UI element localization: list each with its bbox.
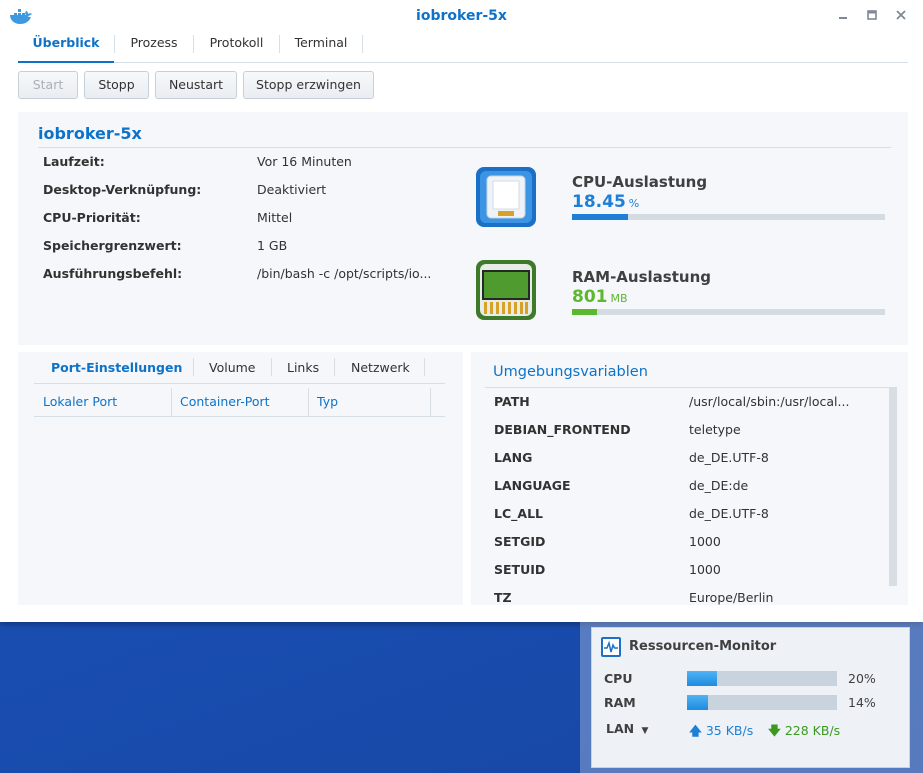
cpu-bar-fill <box>687 671 717 686</box>
tab-volume[interactable]: Volume <box>209 360 256 382</box>
window-title: iobroker-5x <box>416 7 507 24</box>
tab-divider <box>334 358 335 376</box>
env-row-value: de_DE.UTF-8 <box>689 506 769 521</box>
title-bar: iobroker-5x <box>0 0 923 31</box>
ram-usage-title: RAM-Auslastung <box>572 268 711 286</box>
env-row-value: teletype <box>689 422 741 437</box>
port-settings-panel: Port-Einstellungen Volume Links Netzwerk… <box>18 352 463 605</box>
container-detail-window: iobroker-5x Überblick Prozess Protokoll … <box>0 0 923 622</box>
ram-bar <box>687 695 837 710</box>
column-container-port[interactable]: Container-Port <box>180 394 270 409</box>
cpu-usage-value: 18.45% <box>572 192 640 212</box>
ram-usage-bar-fill <box>572 309 598 315</box>
env-row-value: de_DE:de <box>689 478 749 493</box>
tab-links[interactable]: Links <box>287 360 319 382</box>
command-value: /bin/bash -c /opt/scripts/io... <box>257 266 432 281</box>
docker-whale-icon <box>10 9 32 24</box>
env-row-key: PATH <box>494 394 530 409</box>
tab-terminal[interactable]: Terminal <box>280 31 362 62</box>
env-row-value: 1000 <box>689 534 721 549</box>
tab-port-settings[interactable]: Port-Einstellungen <box>51 360 182 382</box>
force-stop-button[interactable]: Stopp erzwingen <box>243 71 374 99</box>
divider <box>34 383 445 384</box>
cpu-bar <box>687 671 837 686</box>
tab-divider <box>193 358 194 376</box>
tab-log[interactable]: Protokoll <box>194 31 279 62</box>
ram-percent: 14% <box>848 695 876 710</box>
column-divider <box>171 388 172 416</box>
widget-title: Ressourcen-Monitor <box>629 639 777 654</box>
memory-limit-label: Speichergrenzwert: <box>43 238 182 253</box>
column-divider <box>308 388 309 416</box>
tab-divider <box>362 35 363 53</box>
tab-divider <box>424 358 425 376</box>
column-local-port[interactable]: Lokaler Port <box>43 394 117 409</box>
divider <box>34 416 445 417</box>
overview-panel: iobroker-5x Laufzeit: Vor 16 Minuten Des… <box>18 112 908 345</box>
tab-overview[interactable]: Überblick <box>18 31 114 63</box>
cpu-usage-title: CPU-Auslastung <box>572 173 708 191</box>
desktop-shortcut-value: Deaktiviert <box>257 182 327 197</box>
lan-label: LAN <box>606 721 635 736</box>
column-divider <box>430 388 431 416</box>
cpu-percent: 20% <box>848 671 876 686</box>
env-title: Umgebungsvariablen <box>493 364 648 380</box>
env-row-key: TZ <box>494 590 512 605</box>
maximize-icon[interactable] <box>865 8 879 22</box>
divider <box>38 147 891 148</box>
chevron-down-icon: ▼ <box>641 726 649 736</box>
env-row-value: 1000 <box>689 562 721 577</box>
command-label: Ausführungsbefehl: <box>43 266 183 281</box>
close-icon[interactable] <box>894 8 908 22</box>
stop-button[interactable]: Stopp <box>84 71 149 99</box>
env-row-key: LC_ALL <box>494 506 543 521</box>
desktop-shortcut-label: Desktop-Verknüpfung: <box>43 182 202 197</box>
cpu-usage-bar-fill <box>572 214 629 220</box>
container-name: iobroker-5x <box>38 124 142 143</box>
pulse-chart-icon <box>601 637 621 657</box>
env-row-key: LANGUAGE <box>494 478 571 493</box>
tab-divider <box>271 358 272 376</box>
cpu-priority-value: Mittel <box>257 210 293 225</box>
ram-usage-bar <box>572 309 885 315</box>
memory-limit-value: 1 GB <box>257 238 288 253</box>
column-type[interactable]: Typ <box>317 394 338 409</box>
uptime-label: Laufzeit: <box>43 154 105 169</box>
minimize-icon[interactable] <box>836 8 850 22</box>
upload-rate: 🡅 35 KB/s <box>689 723 754 738</box>
resource-monitor-panel: Ressourcen-Monitor CPU 20% RAM 14% LAN ▼… <box>591 627 910 768</box>
ram-usage-value: 801 MB <box>572 287 628 307</box>
arrow-up-icon: 🡅 <box>689 723 702 738</box>
tab-process[interactable]: Prozess <box>115 31 193 62</box>
uptime-value: Vor 16 Minuten <box>257 154 352 169</box>
restart-button[interactable]: Neustart <box>155 71 237 99</box>
start-button[interactable]: Start <box>18 71 78 99</box>
cpu-chip-icon <box>476 167 536 227</box>
env-row-value: Europe/Berlin <box>689 590 774 605</box>
env-row-key: SETGID <box>494 534 546 549</box>
env-row-value: de_DE.UTF-8 <box>689 450 769 465</box>
ram-label: RAM <box>604 695 636 710</box>
arrow-down-icon: 🡇 <box>768 723 781 738</box>
cpu-label: CPU <box>604 671 633 686</box>
env-row-key: LANG <box>494 450 533 465</box>
env-row-key: DEBIAN_FRONTEND <box>494 422 631 437</box>
ram-bar-fill <box>687 695 708 710</box>
download-rate: 🡇 228 KB/s <box>768 723 841 738</box>
ram-usage-unit: MB <box>610 292 628 305</box>
lan-selector[interactable]: LAN ▼ <box>606 721 648 736</box>
main-tabs: Überblick Prozess Protokoll Terminal <box>18 31 908 63</box>
resource-monitor-widget: Ressourcen-Monitor CPU 20% RAM 14% LAN ▼… <box>580 622 923 773</box>
tab-network[interactable]: Netzwerk <box>351 360 410 382</box>
env-variables-panel: Umgebungsvariablen PATH /usr/local/sbin:… <box>471 352 908 605</box>
ram-module-icon <box>476 260 536 320</box>
env-row-value: /usr/local/sbin:/usr/local... <box>689 394 850 409</box>
env-row-key: SETUID <box>494 562 546 577</box>
cpu-usage-bar <box>572 214 885 220</box>
cpu-priority-label: CPU-Priorität: <box>43 210 141 225</box>
cpu-usage-unit: % <box>628 197 640 210</box>
divider <box>485 387 897 388</box>
env-scrollbar[interactable] <box>889 388 897 586</box>
